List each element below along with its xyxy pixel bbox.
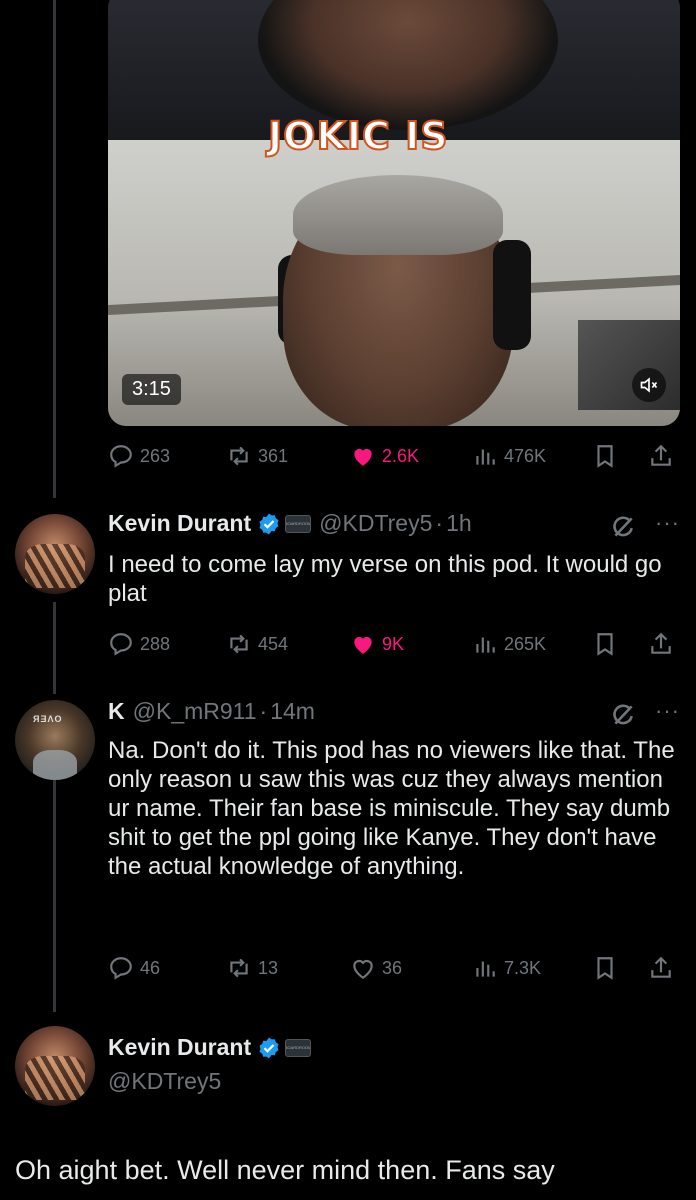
views-icon bbox=[476, 961, 495, 977]
thread-line bbox=[53, 772, 56, 1012]
like-button[interactable]: 36 bbox=[350, 955, 402, 981]
reply-button[interactable]: 288 bbox=[108, 631, 170, 657]
views-button[interactable]: 476K bbox=[472, 443, 546, 469]
bookmark-icon bbox=[597, 633, 613, 656]
like-button[interactable]: 2.6K bbox=[350, 443, 419, 469]
repost-button[interactable]: 454 bbox=[226, 631, 288, 657]
mute-button[interactable] bbox=[632, 368, 666, 402]
like-count: 2.6K bbox=[382, 445, 420, 466]
timestamp[interactable]: 1h bbox=[446, 510, 472, 537]
separator-dot: · bbox=[259, 698, 268, 724]
more-button[interactable]: ··· bbox=[655, 510, 680, 536]
share-button[interactable] bbox=[648, 443, 674, 469]
reply-button[interactable]: 263 bbox=[108, 443, 170, 469]
repost-count: 13 bbox=[258, 957, 279, 978]
repost-button[interactable]: 13 bbox=[226, 955, 278, 981]
tweet-header: K @K_mR911 · 14m bbox=[108, 698, 315, 725]
like-icon bbox=[353, 959, 373, 980]
reply-count: 263 bbox=[140, 445, 171, 466]
affiliate-badge[interactable]: BOARDROOM bbox=[285, 514, 312, 533]
bookmark-button[interactable] bbox=[592, 443, 618, 469]
repost-count: 454 bbox=[258, 633, 289, 654]
like-icon bbox=[354, 636, 372, 654]
tweet-header: Kevin Durant BOARDROOM bbox=[108, 1034, 319, 1061]
headphone-right bbox=[493, 240, 531, 350]
reply-count: 46 bbox=[140, 957, 161, 978]
reply-icon bbox=[110, 633, 132, 656]
video-caption: JOKIC IS bbox=[267, 113, 449, 159]
tweet-actions: 263 361 2.6K 476K bbox=[108, 440, 680, 472]
views-icon bbox=[476, 637, 495, 653]
video-wall-picture bbox=[578, 320, 680, 410]
reply-icon bbox=[110, 445, 132, 468]
more-icon: ··· bbox=[655, 510, 680, 535]
bookmark-icon bbox=[597, 957, 613, 980]
video-player[interactable]: JOKIC IS 3:15 bbox=[108, 0, 680, 426]
avatar-kevin-durant[interactable] bbox=[15, 514, 95, 594]
share-icon bbox=[651, 632, 671, 654]
avatar-k[interactable]: ЯƎΛО bbox=[15, 700, 95, 780]
views-count: 476K bbox=[504, 445, 547, 466]
separator-dot: · bbox=[435, 510, 444, 536]
reply-count: 288 bbox=[140, 633, 171, 654]
like-count: 36 bbox=[382, 957, 403, 978]
display-name[interactable]: Kevin Durant bbox=[108, 1034, 251, 1061]
like-count: 9K bbox=[382, 633, 405, 654]
tweet-text: I need to come lay my verse on this pod.… bbox=[108, 551, 662, 607]
handle[interactable]: @KDTrey5 bbox=[319, 510, 432, 537]
repost-icon bbox=[230, 446, 248, 466]
handle[interactable]: @K_mR911 bbox=[133, 698, 257, 725]
views-button[interactable]: 265K bbox=[472, 631, 546, 657]
repost-icon bbox=[230, 634, 248, 654]
reply-icon bbox=[110, 957, 132, 980]
share-icon bbox=[651, 956, 671, 978]
views-icon bbox=[476, 449, 495, 465]
repost-count: 361 bbox=[258, 445, 289, 466]
reply-button[interactable]: 46 bbox=[108, 955, 160, 981]
verified-icon bbox=[259, 513, 279, 534]
tweet-text: Oh aight bet. Well never mind then. Fans… bbox=[15, 1155, 555, 1185]
mute-icon bbox=[640, 377, 658, 393]
timestamp[interactable]: 14m bbox=[270, 698, 315, 725]
bookmark-button[interactable] bbox=[592, 955, 618, 981]
share-button[interactable] bbox=[648, 631, 674, 657]
thread-line bbox=[53, 602, 56, 694]
bookmark-icon bbox=[597, 445, 613, 468]
avatar-kevin-durant[interactable] bbox=[15, 1026, 95, 1106]
views-button[interactable]: 7.3K bbox=[472, 955, 541, 981]
tweet-header: Kevin Durant BOARDROOM @KDTrey5 · 1h bbox=[108, 510, 472, 537]
more-icon: ··· bbox=[655, 698, 680, 723]
tweet-text: Na. Don't do it. This pod has no viewers… bbox=[108, 737, 675, 880]
display-name[interactable]: K bbox=[108, 698, 125, 725]
views-count: 265K bbox=[504, 633, 547, 654]
video-person-hair bbox=[293, 175, 503, 255]
tweet-actions: 46 13 36 7.3K bbox=[108, 952, 680, 984]
verified-icon bbox=[259, 1037, 279, 1058]
avatar-text: ЯƎΛО bbox=[33, 714, 63, 724]
bookmark-button[interactable] bbox=[592, 631, 618, 657]
grok-icon[interactable] bbox=[610, 514, 636, 540]
share-icon bbox=[651, 444, 671, 466]
affiliate-badge[interactable]: BOARDROOM bbox=[285, 1038, 312, 1057]
video-timecode: 3:15 bbox=[122, 374, 181, 405]
repost-button[interactable]: 361 bbox=[226, 443, 288, 469]
handle[interactable]: @KDTrey5 bbox=[108, 1068, 221, 1095]
grok-icon[interactable] bbox=[610, 702, 636, 728]
like-icon bbox=[354, 448, 372, 466]
display-name[interactable]: Kevin Durant bbox=[108, 510, 251, 537]
more-button[interactable]: ··· bbox=[655, 698, 680, 724]
views-count: 7.3K bbox=[504, 957, 542, 978]
tweet-handle-row: @KDTrey5 bbox=[108, 1068, 221, 1095]
like-button[interactable]: 9K bbox=[350, 631, 404, 657]
thread-line bbox=[53, 0, 56, 498]
repost-icon bbox=[230, 958, 248, 978]
share-button[interactable] bbox=[648, 955, 674, 981]
tweet-actions: 288 454 9K 265K bbox=[108, 628, 680, 660]
